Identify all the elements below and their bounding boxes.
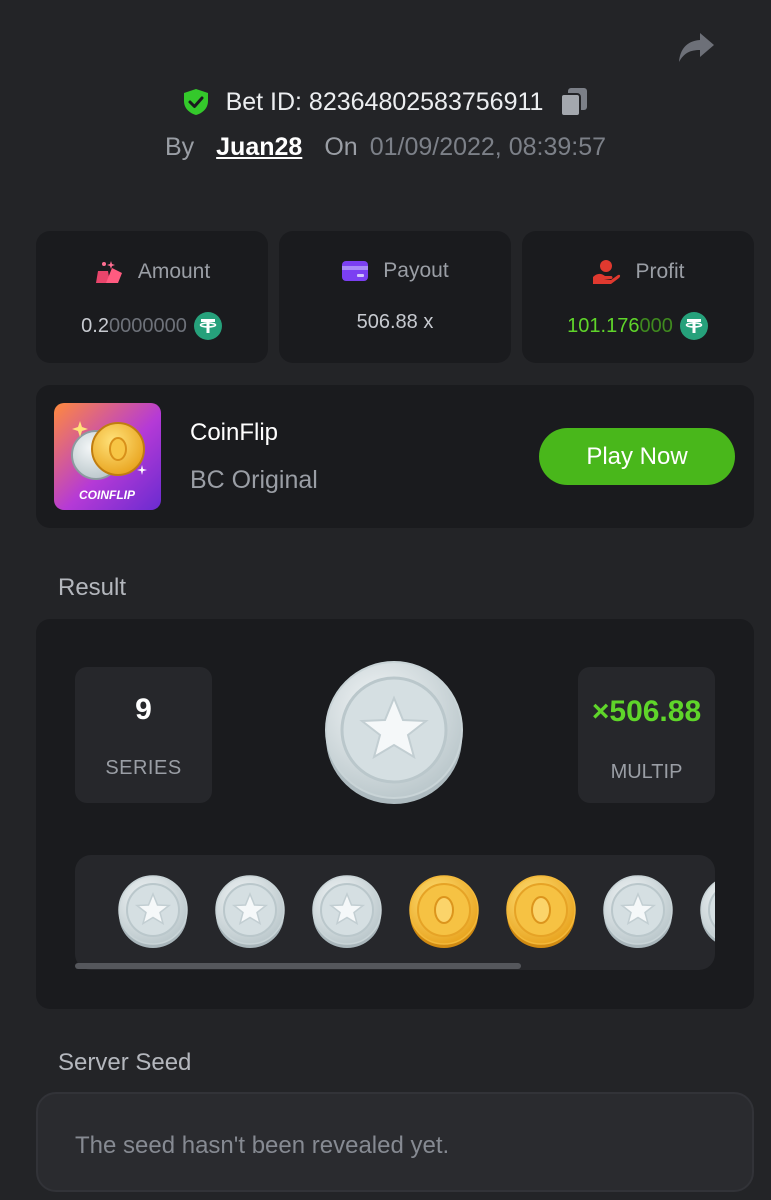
gold-coin-icon xyxy=(506,875,576,948)
share-icon[interactable] xyxy=(676,30,716,66)
server-seed-box: The seed hasn't been revealed yet. xyxy=(36,1092,754,1192)
bet-id: Bet ID: 82364802583756911 xyxy=(225,87,544,116)
profit-value: 101.176000 xyxy=(567,314,673,337)
play-now-button[interactable]: Play Now xyxy=(539,428,735,485)
profit-icon xyxy=(593,260,621,284)
amount-card: Amount 0.20000000 xyxy=(36,231,268,363)
bet-id-row: Bet ID: 82364802583756911 xyxy=(0,86,771,118)
multiplier-value: ×506.88 xyxy=(591,695,702,728)
series-label: SERIES xyxy=(105,757,182,779)
amount-label: Amount xyxy=(137,260,211,283)
game-thumbnail[interactable]: COINFLIP xyxy=(54,403,161,510)
silver-coin-icon xyxy=(603,875,673,948)
amount-icon xyxy=(95,261,122,283)
thumb-label: COINFLIP xyxy=(79,488,136,502)
profit-card: Profit 101.176000 xyxy=(522,231,754,363)
amount-value: 0.20000000 xyxy=(81,314,187,337)
verified-shield-icon xyxy=(183,89,208,115)
game-name: CoinFlip xyxy=(190,419,279,446)
result-title: Result xyxy=(58,574,127,601)
tether-icon xyxy=(679,312,708,340)
tether-icon xyxy=(193,312,222,340)
horizontal-scrollbar[interactable] xyxy=(75,963,521,969)
payout-value: 506.88 x xyxy=(356,311,434,333)
server-seed-title: Server Seed xyxy=(58,1049,192,1076)
multiplier-label: MULTIP xyxy=(610,761,683,783)
coin-history-track[interactable] xyxy=(75,855,715,970)
multiplier-box: ×506.88 MULTIP xyxy=(578,667,715,803)
server-seed-text: The seed hasn't been revealed yet. xyxy=(75,1132,450,1159)
username-link[interactable]: Juan28 xyxy=(216,133,302,162)
payout-label: Payout xyxy=(383,259,449,282)
silver-coin-icon xyxy=(215,875,285,948)
author-row: By Juan28 On 01/09/2022, 08:39:57 xyxy=(0,133,771,162)
payout-icon xyxy=(342,261,369,281)
copy-icon[interactable] xyxy=(559,86,589,118)
silver-coin-icon xyxy=(118,875,188,948)
on-label: On xyxy=(324,133,358,161)
silver-coin-icon xyxy=(312,875,382,948)
payout-card: Payout 506.88 x xyxy=(279,231,511,363)
game-provider: BC Original xyxy=(190,466,318,494)
bet-datetime: 01/09/2022, 08:39:57 xyxy=(369,133,607,161)
game-card: COINFLIP CoinFlip BC Original Play Now xyxy=(36,385,754,528)
silver-coin-icon xyxy=(700,881,715,942)
series-box: 9 SERIES xyxy=(75,667,212,803)
result-card: 9 SERIES ×506.88 MULTIP xyxy=(36,619,754,1009)
by-label: By xyxy=(164,133,195,161)
coin-history-row xyxy=(118,875,715,949)
main-coin-silver-icon xyxy=(325,661,463,804)
series-value: 9 xyxy=(135,693,152,726)
gold-coin-icon xyxy=(409,875,479,948)
profit-label: Profit xyxy=(635,260,685,283)
